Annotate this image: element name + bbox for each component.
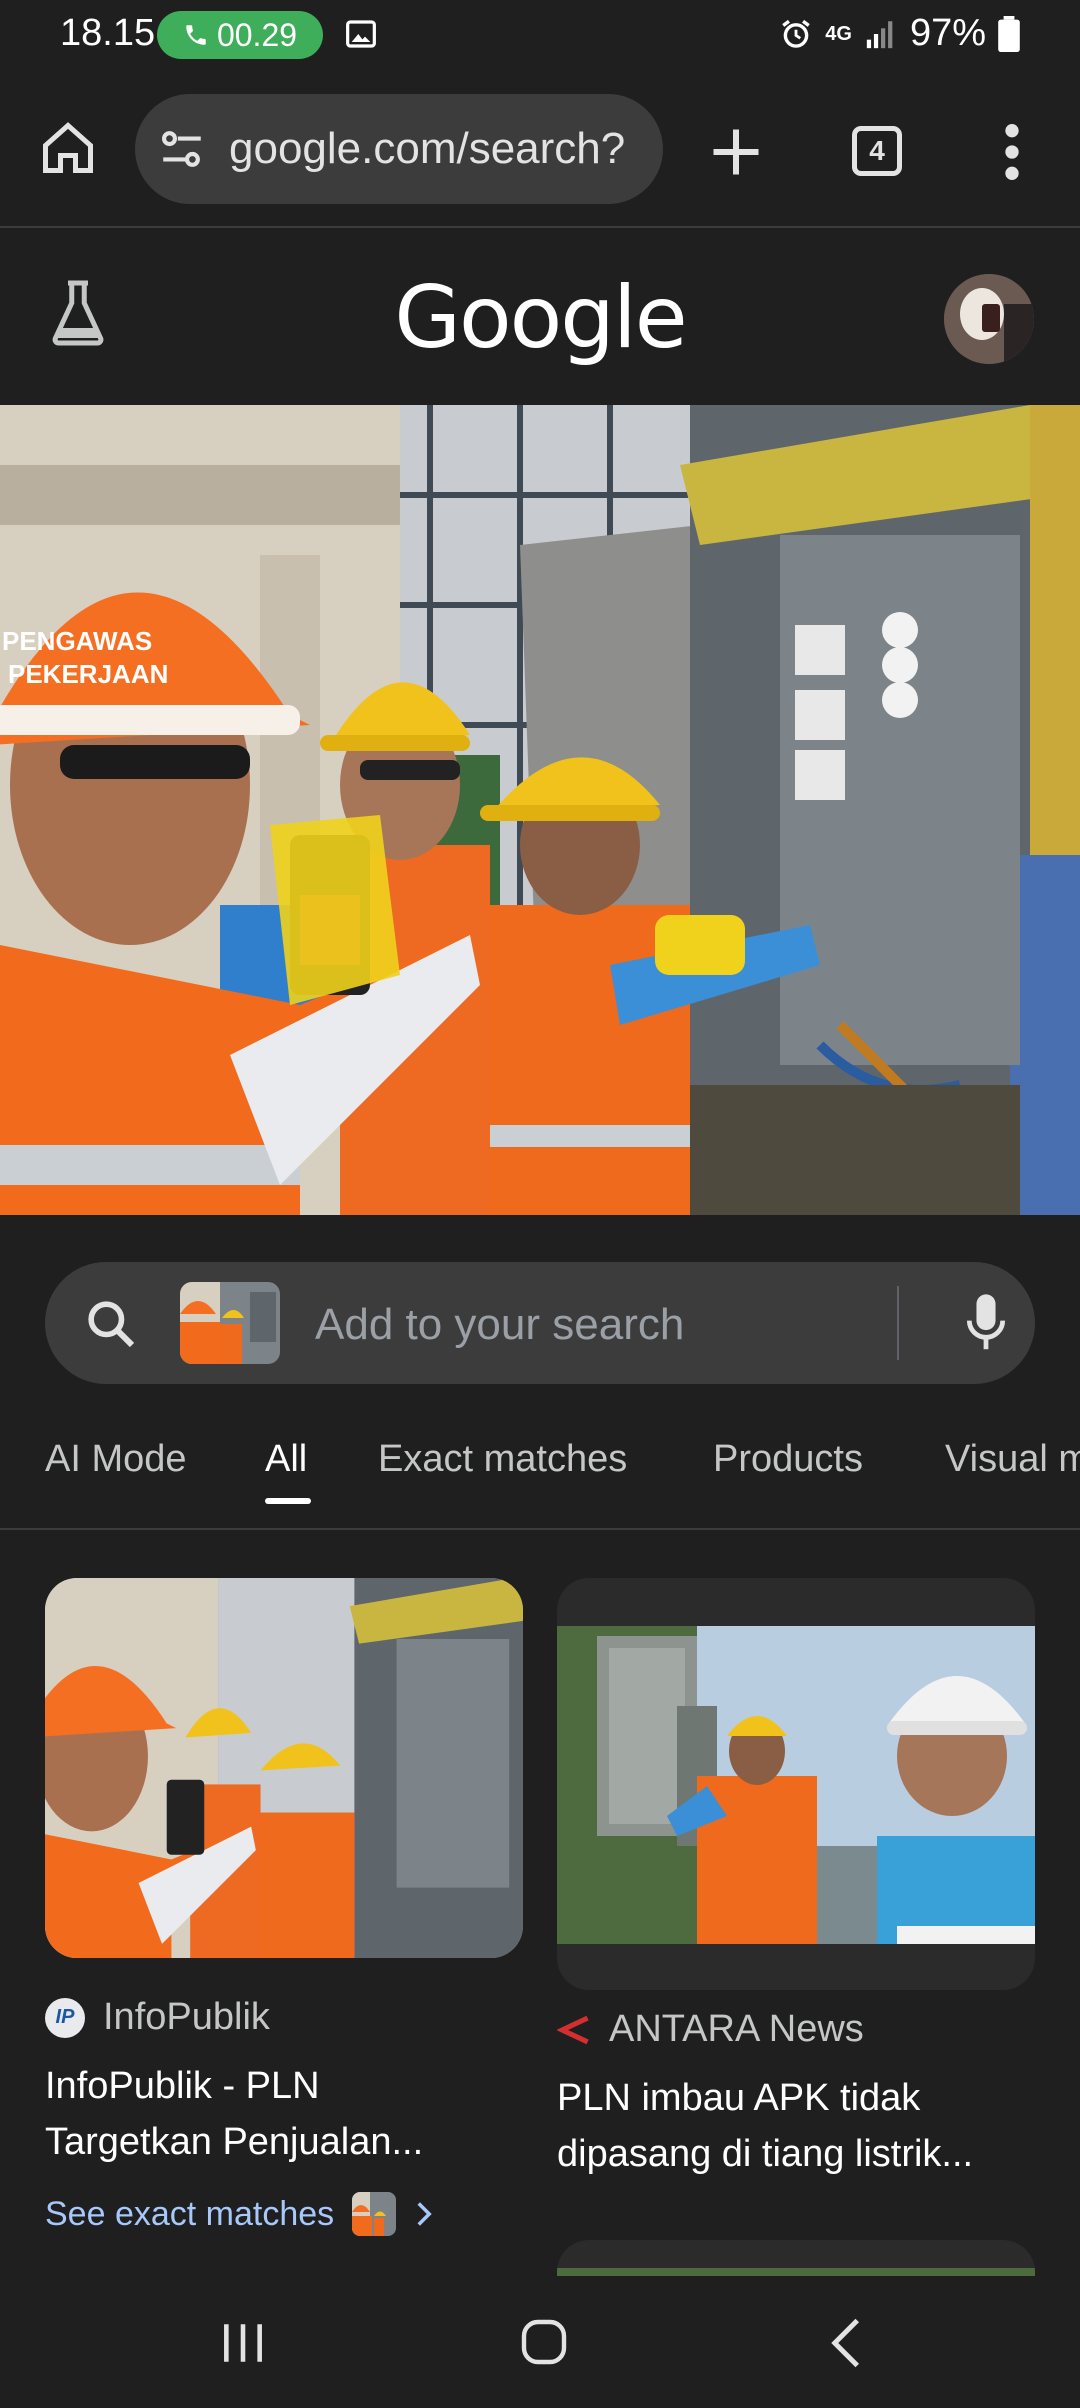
title-line: dipasang di tiang listrik... bbox=[557, 2133, 974, 2175]
see-exact-label: See exact matches bbox=[45, 2194, 335, 2233]
result-image-2[interactable] bbox=[557, 1578, 1035, 1990]
browser-toolbar: google.com/search? 4 bbox=[0, 70, 1080, 228]
search-query-image[interactable]: PENGAWAS PEKERJAAN bbox=[0, 405, 1080, 1215]
search-placeholder: Add to your search bbox=[315, 1300, 685, 1349]
call-timer: 00.29 bbox=[216, 16, 298, 53]
search-icon bbox=[88, 1301, 135, 1348]
address-bar[interactable]: google.com/search? bbox=[135, 94, 663, 204]
tab-products[interactable]: Products bbox=[713, 1438, 863, 1481]
title-line: InfoPublik - PLN bbox=[45, 2065, 320, 2107]
status-icons: 4G 97% bbox=[779, 12, 1020, 55]
tab-all[interactable]: All bbox=[265, 1438, 307, 1481]
status-time: 18.15 bbox=[60, 12, 156, 54]
alarm-icon bbox=[782, 19, 811, 48]
search-filter-tabs: AI Mode All Exact matches Products Visua… bbox=[0, 1400, 1080, 1530]
phone-icon bbox=[186, 25, 206, 45]
divider bbox=[897, 1286, 899, 1360]
more-menu-icon[interactable] bbox=[994, 120, 1030, 184]
signal-icon bbox=[866, 20, 893, 48]
infopublik-logo: IP bbox=[45, 1997, 85, 2038]
result-title-2[interactable]: PLN imbau APK tidak dipasang di tiang li… bbox=[557, 2070, 1037, 2182]
microphone-icon[interactable] bbox=[961, 1292, 1011, 1354]
title-line: Targetkan Penjualan... bbox=[45, 2121, 424, 2163]
back-icon[interactable] bbox=[828, 2316, 864, 2370]
source-name: InfoPublik bbox=[103, 1996, 270, 2038]
title-line: PLN imbau APK tidak bbox=[557, 2077, 921, 2119]
source-name: ANTARA News bbox=[609, 2008, 864, 2050]
result-source-2[interactable]: ANTARA News bbox=[557, 2008, 864, 2051]
see-exact-matches-link[interactable]: See exact matches bbox=[45, 2192, 434, 2236]
result-image-1[interactable] bbox=[45, 1578, 523, 1958]
url-text: google.com/search? bbox=[229, 124, 626, 173]
chevron-right-icon bbox=[417, 2202, 432, 2226]
helmet-text-1: PENGAWAS bbox=[2, 626, 152, 656]
exact-match-thumbnail bbox=[352, 2192, 397, 2236]
site-settings-icon[interactable] bbox=[157, 124, 207, 174]
result-image-4-partial[interactable] bbox=[557, 2240, 1035, 2276]
tab-switcher-button[interactable]: 4 bbox=[852, 126, 902, 176]
status-bar: 18.15 00.29 4G 97% bbox=[0, 0, 1080, 70]
tab-visual-matches[interactable]: Visual m bbox=[945, 1438, 1080, 1481]
account-avatar[interactable] bbox=[944, 274, 1034, 364]
tab-count: 4 bbox=[869, 135, 885, 166]
tab-ai-mode[interactable]: AI Mode bbox=[45, 1438, 187, 1481]
home-icon[interactable] bbox=[38, 118, 98, 178]
result-source-1[interactable]: IP InfoPublik bbox=[45, 1996, 270, 2039]
google-header: Google bbox=[0, 230, 1080, 405]
battery-icon bbox=[998, 15, 1020, 52]
home-button-icon[interactable] bbox=[520, 2318, 568, 2366]
result-title-1[interactable]: InfoPublik - PLN Targetkan Penjualan... bbox=[45, 2058, 525, 2170]
google-logo: Google bbox=[394, 268, 687, 368]
system-navigation-bar bbox=[0, 2276, 1080, 2408]
helmet-text-2: PEKERJAAN bbox=[8, 659, 168, 689]
tab-exact-matches[interactable]: Exact matches bbox=[378, 1438, 627, 1481]
refine-search-bar[interactable]: Add to your search bbox=[45, 1262, 1035, 1384]
battery-level: 97% bbox=[909, 12, 986, 54]
network-type: 4G bbox=[825, 22, 852, 45]
query-image-thumbnail[interactable] bbox=[180, 1282, 280, 1364]
ongoing-call-chip[interactable]: 00.29 bbox=[157, 11, 323, 59]
active-tab-indicator bbox=[265, 1498, 311, 1504]
antara-news-logo bbox=[557, 2015, 589, 2044]
recent-apps-icon[interactable] bbox=[218, 2320, 268, 2366]
gallery-icon bbox=[346, 20, 376, 48]
new-tab-icon[interactable] bbox=[706, 122, 766, 182]
